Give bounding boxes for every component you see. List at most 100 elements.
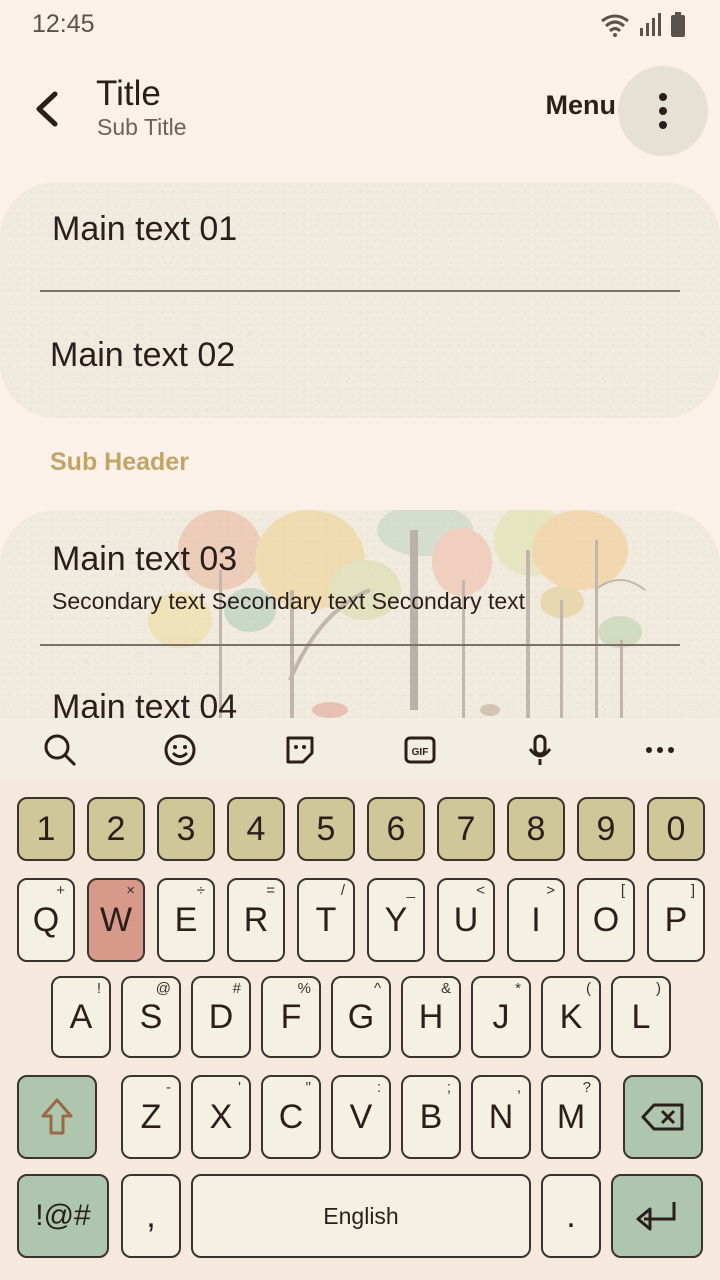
key-3[interactable]: 3: [157, 797, 215, 861]
key-c[interactable]: C ": [261, 1075, 321, 1159]
backspace-key[interactable]: [623, 1075, 703, 1159]
shift-icon: [41, 1098, 73, 1135]
key-2[interactable]: 2: [87, 797, 145, 861]
enter-icon: [636, 1202, 676, 1231]
key-f[interactable]: F%: [261, 976, 321, 1058]
key-t-symbol: /: [340, 882, 345, 899]
mic-icon[interactable]: [522, 732, 558, 768]
symbols-key[interactable]: !@#: [17, 1174, 109, 1258]
key-x[interactable]: X ': [191, 1075, 251, 1159]
key-b-symbol: ;: [446, 1079, 451, 1096]
key-l-symbol: ): [656, 980, 661, 997]
key-c-label: C: [278, 1097, 304, 1136]
list-item-2[interactable]: Main text 02: [50, 336, 235, 375]
key-k[interactable]: K(: [541, 976, 601, 1058]
emoji-icon[interactable]: [162, 732, 198, 768]
key-9-label: 9: [596, 809, 616, 848]
list-card-1: Main text 01 Main text 02: [0, 182, 720, 418]
key-0[interactable]: 0: [647, 797, 705, 861]
key-8-label: 8: [526, 809, 546, 848]
battery-icon: [671, 12, 685, 37]
key-x-symbol: ': [238, 1079, 241, 1096]
key-v[interactable]: V:: [331, 1075, 391, 1159]
key-s-symbol: @: [155, 980, 171, 997]
more-icon[interactable]: [642, 732, 678, 768]
key-h-label: H: [418, 997, 444, 1036]
comma-key[interactable]: ,: [121, 1174, 181, 1258]
search-icon[interactable]: [42, 732, 78, 768]
key-u[interactable]: U <: [437, 878, 495, 962]
key-o-label: O: [592, 900, 620, 939]
key-8[interactable]: 8: [507, 797, 565, 861]
key-t-label: T: [315, 900, 337, 939]
key-a[interactable]: A!: [51, 976, 111, 1058]
key-1[interactable]: 1: [17, 797, 75, 861]
divider: [40, 644, 680, 646]
list-item-3[interactable]: Main text 03: [52, 540, 237, 579]
key-q[interactable]: Q +: [17, 878, 75, 962]
key-5[interactable]: 5: [297, 797, 355, 861]
key-l[interactable]: L): [611, 976, 671, 1058]
key-4[interactable]: 4: [227, 797, 285, 861]
key-n[interactable]: N,: [471, 1075, 531, 1159]
shift-key[interactable]: [17, 1075, 97, 1159]
key-g[interactable]: G ^: [331, 976, 391, 1058]
key-z-label: Z: [140, 1097, 162, 1136]
key-e-symbol: ÷: [196, 882, 205, 899]
back-button[interactable]: [26, 84, 66, 134]
key-d-symbol: #: [232, 980, 241, 997]
key-o[interactable]: O[: [577, 878, 635, 962]
key-i-symbol: >: [546, 882, 555, 899]
key-r[interactable]: R =: [227, 878, 285, 962]
key-u-label: U: [453, 900, 479, 939]
key-p-symbol: ]: [690, 882, 695, 899]
key-i[interactable]: I >: [507, 878, 565, 962]
key-r-symbol: =: [266, 882, 275, 899]
key-p[interactable]: P]: [647, 878, 705, 962]
more-vertical-icon: [659, 93, 667, 129]
key-c-symbol: ": [305, 1079, 311, 1096]
backspace-icon: [641, 1103, 684, 1131]
key-b[interactable]: B;: [401, 1075, 461, 1159]
key-o-symbol: [: [620, 882, 625, 899]
keyboard: GIF 1 2 3 4 5 6 7 8 9 0 Q + W × E ÷ R = T / Y _ U < I > O[P] A! S @ D #…: [0, 718, 720, 1280]
key-6[interactable]: 6: [367, 797, 425, 861]
key-z[interactable]: Z-: [121, 1075, 181, 1159]
period-key[interactable]: .: [541, 1174, 601, 1258]
enter-key[interactable]: [611, 1174, 703, 1258]
key-9[interactable]: 9: [577, 797, 635, 861]
symbols-key-label: !@#: [35, 1199, 91, 1232]
key-y-label: Y: [384, 900, 408, 939]
key-q-symbol: +: [56, 882, 65, 899]
key-b-label: B: [419, 1097, 443, 1136]
gif-label: GIF: [412, 747, 429, 758]
sticker-icon[interactable]: [282, 732, 318, 768]
key-d[interactable]: D #: [191, 976, 251, 1058]
key-y-symbol: _: [406, 882, 415, 899]
key-e[interactable]: E ÷: [157, 878, 215, 962]
key-d-label: D: [208, 997, 234, 1036]
comma-key-label: ,: [146, 1196, 156, 1235]
key-7-label: 7: [456, 809, 476, 848]
key-h[interactable]: H &: [401, 976, 461, 1058]
key-j[interactable]: J *: [471, 976, 531, 1058]
more-options-button[interactable]: [618, 66, 708, 156]
key-5-label: 5: [316, 809, 336, 848]
key-y[interactable]: Y _: [367, 878, 425, 962]
key-w[interactable]: W ×: [87, 878, 145, 962]
space-key[interactable]: English: [191, 1174, 531, 1258]
sub-header: Sub Header: [50, 448, 189, 476]
list-item-1[interactable]: Main text 01: [52, 210, 237, 249]
key-7[interactable]: 7: [437, 797, 495, 861]
key-t[interactable]: T /: [297, 878, 355, 962]
key-s[interactable]: S @: [121, 976, 181, 1058]
key-w-label: W: [99, 900, 133, 939]
key-m[interactable]: M?: [541, 1075, 601, 1159]
gif-icon[interactable]: GIF: [402, 732, 438, 768]
key-h-symbol: &: [440, 980, 451, 997]
menu-button[interactable]: Menu: [546, 90, 617, 121]
key-1-label: 1: [36, 809, 56, 848]
key-j-symbol: *: [515, 980, 521, 997]
wifi-icon: [601, 14, 629, 37]
key-j-label: J: [492, 997, 510, 1036]
